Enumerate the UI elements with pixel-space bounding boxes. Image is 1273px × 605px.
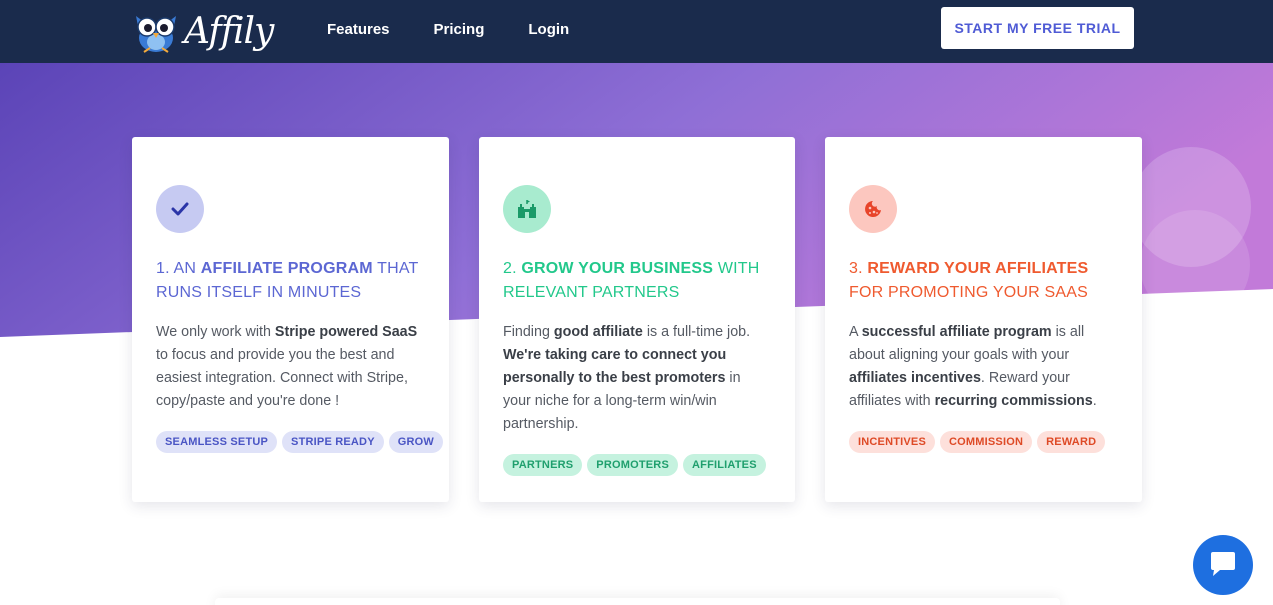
checkmark-icon <box>171 202 189 216</box>
tag-list: SEAMLESS SETUP STRIPE READY GROW <box>156 431 443 453</box>
tag-commission: COMMISSION <box>940 431 1033 453</box>
card-text-highlight: successful affiliate program <box>861 324 1052 340</box>
card-description: A successful affiliate program is all ab… <box>849 321 1118 413</box>
card-text-highlight: affiliates incentives <box>849 370 981 386</box>
card-description: We only work with Stripe powered SaaS to… <box>156 321 425 413</box>
chat-widget-button[interactable] <box>1193 535 1253 595</box>
chat-bubble-icon <box>1211 552 1235 576</box>
main-nav: Features Pricing Login <box>327 0 613 58</box>
tag-list: INCENTIVES COMMISSION REWARD <box>849 431 1118 453</box>
card-title: 1. AN AFFILIATE PROGRAM THAT RUNS ITSELF… <box>156 257 425 305</box>
decorative-circle <box>1140 210 1250 320</box>
start-free-trial-button[interactable]: START MY FREE TRIAL <box>941 7 1134 49</box>
card-text-part: A <box>849 324 862 340</box>
card-title-highlight: AFFILIATE PROGRAM <box>200 260 373 277</box>
card-title-prefix: 2. <box>503 260 522 277</box>
castle-icon <box>518 200 536 218</box>
cookie-icon <box>865 201 881 217</box>
card-text-part: . <box>1092 393 1097 409</box>
card-title-suffix: FOR PROMOTING YOUR SAAS <box>849 284 1088 301</box>
card-title: 2. GROW YOUR BUSINESS WITH RELEVANT PART… <box>503 257 771 305</box>
nav-link-login[interactable]: Login <box>528 21 569 38</box>
tag-affiliates: AFFILIATES <box>683 454 766 476</box>
card-title-highlight: REWARD YOUR AFFILIATES <box>867 260 1089 277</box>
card-icon-badge <box>156 185 204 233</box>
card-text-part: to focus and provide you the best and ea… <box>156 347 408 409</box>
tag-seamless-setup: SEAMLESS SETUP <box>156 431 278 453</box>
card-text-highlight: Stripe powered SaaS <box>274 324 418 340</box>
tag-reward: REWARD <box>1037 431 1106 453</box>
card-text-part: We only work with <box>156 324 275 340</box>
page: Affily Features Pricing Login START MY F… <box>0 0 1273 605</box>
tag-incentives: INCENTIVES <box>849 431 936 453</box>
card-icon-badge <box>849 185 897 233</box>
top-navbar: Affily Features Pricing Login START MY F… <box>0 0 1273 63</box>
card-title-highlight: GROW YOUR BUSINESS <box>521 260 714 277</box>
card-text-highlight: good affiliate <box>553 324 643 340</box>
logo-text: Affily <box>184 10 274 52</box>
card-icon-badge <box>503 185 551 233</box>
tag-list: PARTNERS PROMOTERS AFFILIATES <box>503 454 771 476</box>
logo[interactable]: Affily <box>130 6 274 56</box>
next-section-edge <box>215 598 1060 605</box>
tag-partners: PARTNERS <box>503 454 583 476</box>
nav-link-pricing[interactable]: Pricing <box>434 21 485 38</box>
card-text-part: Finding <box>503 324 554 340</box>
feature-card-grow-business: 2. GROW YOUR BUSINESS WITH RELEVANT PART… <box>479 137 795 502</box>
owl-mascot-icon <box>136 16 176 53</box>
feature-card-reward-affiliates: 3. REWARD YOUR AFFILIATES FOR PROMOTING … <box>825 137 1142 502</box>
card-description: Finding good affiliate is a full-time jo… <box>503 321 771 436</box>
nav-link-features[interactable]: Features <box>327 21 390 38</box>
card-text-highlight: We're taking care to connect you persona… <box>503 347 727 386</box>
tag-promoters: PROMOTERS <box>587 454 678 476</box>
tag-stripe-ready: STRIPE READY <box>282 431 384 453</box>
tag-grow: GROW <box>388 431 443 453</box>
card-title: 3. REWARD YOUR AFFILIATES FOR PROMOTING … <box>849 257 1118 305</box>
card-text-part: is a full-time job. <box>642 324 751 340</box>
feature-card-affiliate-program: 1. AN AFFILIATE PROGRAM THAT RUNS ITSELF… <box>132 137 449 502</box>
card-text-highlight: recurring commissions <box>934 393 1093 409</box>
card-title-prefix: 3. <box>849 260 868 277</box>
card-title-prefix: 1. AN <box>156 260 201 277</box>
